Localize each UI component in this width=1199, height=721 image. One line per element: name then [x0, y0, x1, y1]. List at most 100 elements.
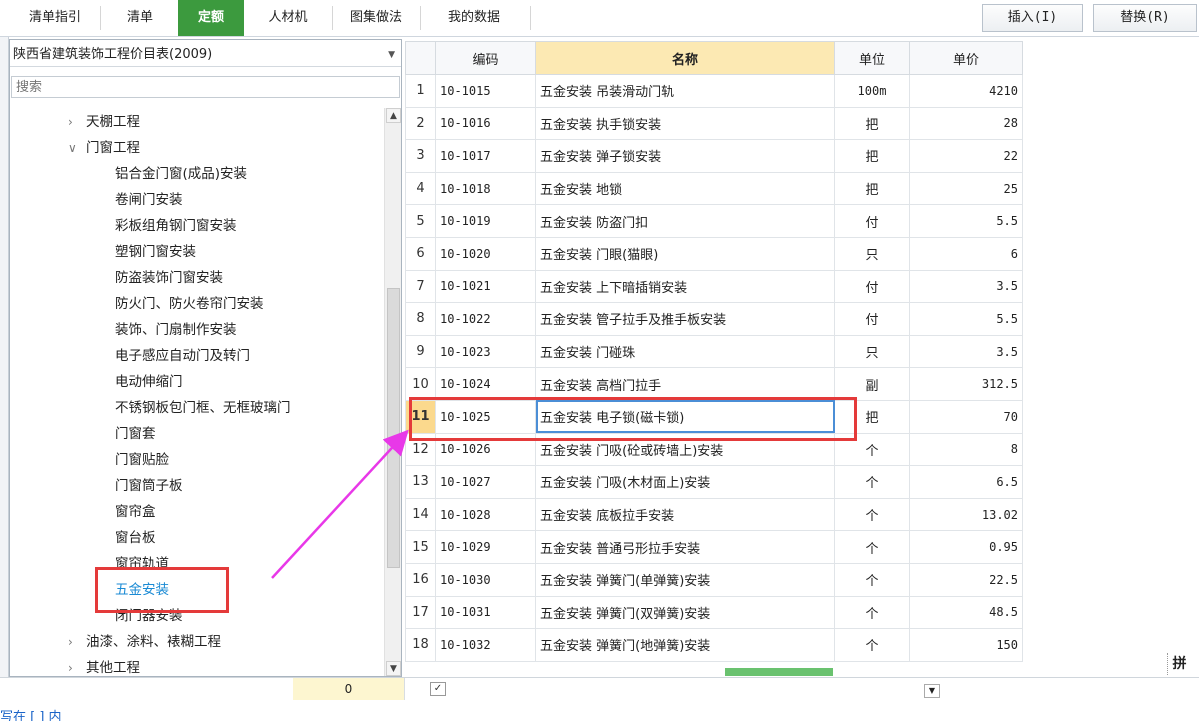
code-cell[interactable]: 10-1022 — [435, 302, 536, 336]
tree-node[interactable]: 防盗装饰门窗安装 — [115, 267, 223, 289]
table-row[interactable]: 13 10-1027 五金安装 门吸(木材面上)安装个 6.5 — [405, 465, 1023, 499]
name-cell[interactable]: 五金安装 门吸(木材面上)安装 — [535, 465, 835, 499]
unit-cell[interactable]: 个 — [834, 530, 910, 564]
name-cell[interactable]: 五金安装 普通弓形拉手安装 — [535, 530, 835, 564]
pin-label[interactable]: 拼 — [1167, 653, 1191, 675]
name-cell[interactable]: 五金安装 弹簧门(地弹簧)安装 — [535, 628, 835, 662]
unit-cell[interactable]: 付 — [834, 269, 910, 304]
row-index[interactable]: 5 — [405, 204, 436, 238]
name-cell[interactable]: 五金安装 弹子锁安装 — [535, 139, 835, 173]
code-cell[interactable]: 10-1018 — [435, 171, 536, 206]
table-row[interactable]: 16 10-1030 五金安装 弹簧门(单弹簧)安装个 22.5 — [405, 562, 1023, 597]
row-index[interactable]: 6 — [405, 236, 436, 271]
tree-node[interactable]: › 油漆、涂料、裱糊工程 — [68, 631, 221, 653]
tree-node[interactable]: 窗帘盒 — [115, 501, 156, 523]
price-cell[interactable]: 3.5 — [909, 334, 1023, 369]
table-row[interactable]: 1 10-1015 五金安装 吊装滑动门轨 100m 4210 — [405, 74, 1023, 108]
row-index[interactable]: 18 — [405, 628, 436, 662]
tab-quota[interactable]: 定额 — [178, 0, 244, 36]
name-cell[interactable]: 五金安装 底板拉手安装 — [535, 497, 835, 532]
tree-node[interactable]: 门窗贴脸 — [115, 449, 169, 471]
code-cell[interactable]: 10-1019 — [435, 204, 536, 238]
code-cell[interactable]: 10-1016 — [435, 106, 536, 141]
unit-cell[interactable]: 个 — [834, 562, 910, 597]
chevron-down-icon[interactable]: ∨ — [68, 137, 86, 159]
name-cell[interactable]: 五金安装 门眼(猫眼) — [535, 236, 835, 271]
price-cell[interactable]: 22.5 — [909, 562, 1023, 597]
row-index[interactable]: 10 — [405, 367, 436, 401]
tree-node[interactable]: 装饰、门扇制作安装 — [115, 319, 237, 341]
price-cell[interactable]: 8 — [909, 432, 1023, 467]
price-cell[interactable]: 3.5 — [909, 269, 1023, 304]
price-cell[interactable]: 13.02 — [909, 497, 1023, 532]
tree-node[interactable]: › 天棚工程 — [68, 111, 140, 133]
code-cell[interactable]: 10-1023 — [435, 334, 536, 369]
price-cell[interactable]: 5.5 — [909, 302, 1023, 336]
tree-node[interactable]: 卷闸门安装 — [115, 189, 183, 211]
price-cell[interactable]: 28 — [909, 106, 1023, 141]
price-cell[interactable]: 150 — [909, 628, 1023, 662]
table-row[interactable]: 2 10-1016 五金安装 执手锁安装把 28 — [405, 106, 1023, 141]
code-cell[interactable]: 10-1015 — [435, 74, 536, 108]
tree-node[interactable]: 电动伸缩门 — [115, 371, 183, 393]
insert-button[interactable]: 插入(I) — [982, 4, 1083, 32]
tree-node[interactable]: 不锈钢板包门框、无框玻璃门 — [115, 397, 291, 419]
unit-cell[interactable]: 付 — [834, 204, 910, 238]
row-index[interactable]: 17 — [405, 595, 436, 630]
name-cell[interactable]: 五金安装 地锁 — [535, 171, 835, 206]
price-cell[interactable]: 0.95 — [909, 530, 1023, 564]
row-index[interactable]: 9 — [405, 334, 436, 369]
dropdown-arrow-icon[interactable]: ▼ — [924, 684, 940, 698]
unit-cell[interactable]: 把 — [834, 171, 910, 206]
tree-node[interactable]: ∨ 门窗工程 — [68, 137, 140, 159]
code-cell[interactable]: 10-1030 — [435, 562, 536, 597]
table-row[interactable]: 7 10-1021 五金安装 上下暗插销安装付 3.5 — [405, 269, 1023, 304]
bottom-link[interactable]: 写在 [ ] 内 — [0, 706, 62, 721]
chevron-right-icon[interactable]: › — [68, 631, 86, 653]
price-cell[interactable]: 48.5 — [909, 595, 1023, 630]
price-cell[interactable]: 6.5 — [909, 465, 1023, 499]
code-cell[interactable]: 10-1031 — [435, 595, 536, 630]
table-row[interactable]: 17 10-1031 五金安装 弹簧门(双弹簧)安装个 48.5 — [405, 595, 1023, 630]
chevron-right-icon[interactable]: › — [68, 111, 86, 133]
tab-labor-material[interactable]: 人材机 — [246, 0, 330, 36]
tree-node[interactable]: 窗台板 — [115, 527, 156, 549]
unit-cell[interactable]: 个 — [834, 628, 910, 662]
col-code[interactable]: 编码 — [435, 41, 536, 75]
table-row[interactable]: 9 10-1023 五金安装 门碰珠只 3.5 — [405, 334, 1023, 369]
tree-node[interactable]: 门窗套 — [115, 423, 156, 445]
tree-node[interactable]: 门窗筒子板 — [115, 475, 183, 497]
name-cell[interactable]: 五金安装 防盗门扣 — [535, 204, 835, 238]
row-index[interactable]: 1 — [405, 74, 436, 108]
row-index[interactable]: 3 — [405, 139, 436, 173]
table-row[interactable]: 14 10-1028 五金安装 底板拉手安装个 13.02 — [405, 497, 1023, 532]
code-cell[interactable]: 10-1024 — [435, 367, 536, 401]
table-row[interactable]: 3 10-1017 五金安装 弹子锁安装把 22 — [405, 139, 1023, 173]
name-cell[interactable]: 五金安装 弹簧门(双弹簧)安装 — [535, 595, 835, 630]
price-cell[interactable]: 70 — [909, 399, 1023, 434]
unit-cell[interactable]: 把 — [834, 139, 910, 173]
code-cell[interactable]: 10-1027 — [435, 465, 536, 499]
unit-cell[interactable]: 个 — [834, 595, 910, 630]
price-cell[interactable]: 6 — [909, 236, 1023, 271]
tree-node[interactable]: 彩板组角钢门窗安装 — [115, 215, 237, 237]
table-row[interactable]: 4 10-1018 五金安装 地锁把 25 — [405, 171, 1023, 206]
name-cell[interactable]: 五金安装 上下暗插销安装 — [535, 269, 835, 304]
unit-cell[interactable]: 付 — [834, 302, 910, 336]
scroll-up-icon[interactable]: ▲ — [386, 108, 401, 123]
code-cell[interactable]: 10-1029 — [435, 530, 536, 564]
table-row[interactable]: 15 10-1029 五金安装 普通弓形拉手安装个 0.95 — [405, 530, 1023, 564]
price-cell[interactable]: 22 — [909, 139, 1023, 173]
col-name[interactable]: 名称 — [535, 41, 835, 75]
price-cell[interactable]: 25 — [909, 171, 1023, 206]
name-cell[interactable]: 五金安装 执手锁安装 — [535, 106, 835, 141]
checkbox[interactable]: ✓ — [430, 682, 446, 696]
table-row[interactable]: 5 10-1019 五金安装 防盗门扣付 5.5 — [405, 204, 1023, 238]
price-cell[interactable]: 312.5 — [909, 367, 1023, 401]
col-unit[interactable]: 单位 — [834, 41, 910, 75]
unit-cell[interactable]: 只 — [834, 334, 910, 369]
name-cell[interactable]: 五金安装 管子拉手及推手板安装 — [535, 302, 835, 336]
table-row[interactable]: 18 10-1032 五金安装 弹簧门(地弹簧)安装个 150 — [405, 628, 1023, 662]
chevron-down-icon[interactable]: ▼ — [388, 43, 395, 67]
replace-button[interactable]: 替换(R) — [1093, 4, 1197, 32]
